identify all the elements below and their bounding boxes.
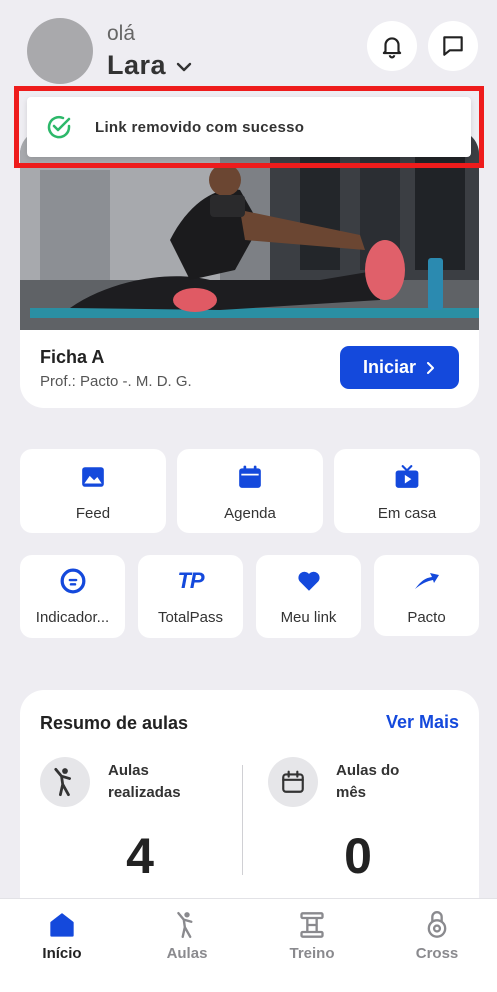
success-toast: Link removido com sucesso — [27, 97, 471, 157]
tv-play-icon — [393, 463, 421, 491]
nav-label: Treino — [289, 945, 335, 962]
kettlebell-icon — [427, 911, 447, 938]
shortcut-label: Agenda — [224, 505, 276, 522]
nav-aulas[interactable]: Aulas — [142, 911, 232, 962]
classes-month-label: Aulas do mês — [336, 760, 436, 804]
shortcut-agenda[interactable]: Agenda — [177, 449, 323, 533]
chevron-right-icon — [427, 361, 435, 374]
workout-professor: Prof.: Pacto -. M. D. G. — [40, 373, 192, 390]
shortcut-pacto[interactable]: Pacto — [374, 555, 479, 636]
start-workout-label: Iniciar — [362, 357, 417, 377]
nav-label: Cross — [415, 945, 459, 962]
bell-icon — [382, 37, 402, 59]
chat-bubble-icon — [443, 36, 463, 56]
home-icon — [50, 913, 74, 937]
heart-icon — [295, 567, 323, 595]
bottom-navigation: Início Aulas Treino Cross — [0, 898, 497, 992]
workout-title: Ficha A — [40, 347, 105, 367]
summary-divider — [242, 765, 243, 875]
shortcut-label: Feed — [75, 505, 111, 522]
classes-month-label-line1: Aulas do — [336, 762, 400, 779]
indicator-icon — [59, 567, 87, 595]
shortcut-meu-link[interactable]: Meu link — [256, 555, 361, 638]
summary-title: Resumo de aulas — [40, 713, 189, 733]
calendar-icon — [236, 463, 264, 491]
avatar[interactable] — [27, 18, 93, 84]
workout-card[interactable]: Ficha A Prof.: Pacto -. M. D. G. Iniciar — [20, 130, 479, 408]
nav-label: Aulas — [166, 945, 208, 962]
calendar-icon — [268, 757, 318, 807]
person-exercise-icon — [40, 757, 90, 807]
shortcut-totalpass[interactable]: TP TotalPass — [138, 555, 243, 638]
nav-cross[interactable]: Cross — [392, 911, 482, 962]
shortcut-label: Indicador... — [35, 609, 110, 626]
classes-month-value: 0 — [344, 828, 372, 884]
shortcut-label: Meu link — [280, 609, 337, 626]
chevron-down-icon[interactable] — [176, 60, 192, 74]
toast-message: Link removido com sucesso — [95, 118, 305, 136]
check-circle-icon — [47, 115, 71, 139]
totalpass-logo-text: TP — [177, 568, 204, 593]
messages-button[interactable] — [428, 21, 478, 71]
image-icon — [79, 463, 107, 491]
person-exercise-icon — [177, 911, 193, 939]
nav-inicio[interactable]: Início — [17, 911, 107, 962]
nav-treino[interactable]: Treino — [267, 911, 357, 962]
classes-done-label: Aulas realizadas — [108, 760, 208, 804]
shortcut-label: Pacto — [407, 609, 446, 626]
see-more-link[interactable]: Ver Mais — [386, 712, 459, 733]
shortcut-feed[interactable]: Feed — [20, 449, 166, 533]
dumbbell-icon — [300, 912, 324, 938]
nav-label: Início — [42, 945, 82, 962]
notifications-button[interactable] — [367, 21, 417, 71]
shortcut-em-casa[interactable]: Em casa — [334, 449, 480, 533]
class-summary-card: Resumo de aulas Ver Mais Aulas realizada… — [20, 690, 479, 930]
pacto-arrow-icon — [413, 567, 441, 595]
shortcut-label: Em casa — [377, 505, 437, 522]
shortcut-indicador[interactable]: Indicador... — [20, 555, 125, 638]
totalpass-logo-icon: TP — [177, 567, 204, 595]
greeting-text: olá — [107, 22, 136, 45]
user-name[interactable]: Lara — [107, 50, 166, 81]
shortcut-label: TotalPass — [157, 609, 224, 626]
classes-done-value: 4 — [126, 828, 154, 884]
classes-done-label-line1: Aulas — [108, 762, 149, 779]
classes-done-label-line2: realizadas — [108, 784, 181, 801]
classes-month-label-line2: mês — [336, 784, 367, 801]
start-workout-button[interactable]: Iniciar — [340, 346, 459, 389]
